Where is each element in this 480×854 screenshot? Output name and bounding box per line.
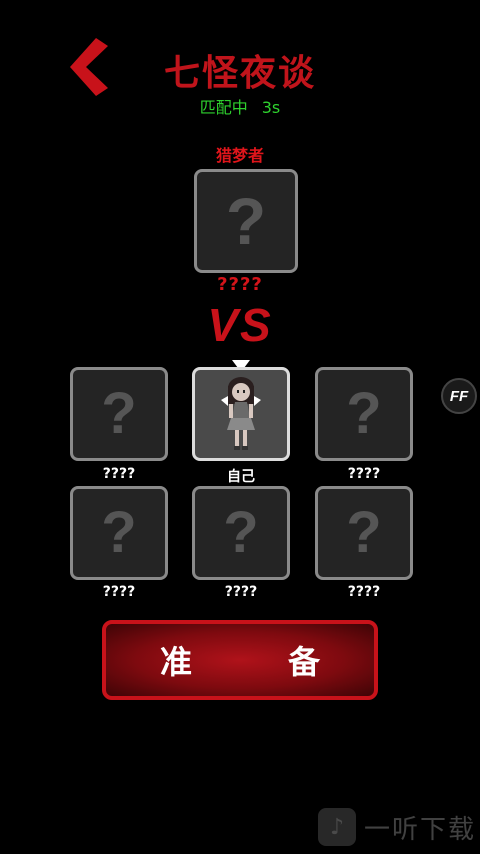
player-name-6: ???? <box>347 584 381 600</box>
unknown-mark: ? <box>101 500 137 565</box>
player-name-4: ???? <box>102 584 136 600</box>
vs-label: VS <box>207 299 273 351</box>
ready-label-right: 备 <box>287 643 320 681</box>
player-card-5: ? <box>192 486 290 580</box>
ready-label-left: 准 <box>160 643 193 681</box>
hunter-card: ? <box>194 169 298 273</box>
status-text: 匹配中 <box>199 98 248 117</box>
player-card-1: ? <box>70 367 168 461</box>
player-name-5: ???? <box>224 584 258 600</box>
fast-forward-button[interactable]: FF <box>441 378 477 414</box>
player-name-1: ???? <box>102 466 136 482</box>
player-card-3: ? <box>315 367 413 461</box>
match-timer: 3s <box>261 98 281 117</box>
page-title: 七怪夜谈 <box>163 53 316 94</box>
player-card-self <box>192 367 290 461</box>
unknown-mark: ? <box>225 184 267 258</box>
hunter-role-label: 猎梦者 <box>215 146 264 165</box>
watermark-logo-icon: ♪ <box>318 808 356 846</box>
player-card-6: ? <box>315 486 413 580</box>
unknown-mark: ? <box>346 381 382 446</box>
ready-button[interactable]: 准 备 <box>102 620 378 700</box>
player-name-3: ???? <box>347 466 381 482</box>
player-name-self: 自己 <box>227 469 255 485</box>
unknown-mark: ? <box>223 500 259 565</box>
match-status: 匹配中 3s <box>0 94 480 118</box>
unknown-mark: ? <box>346 500 382 565</box>
hunter-name: ???? <box>217 274 263 295</box>
character-avatar <box>221 377 261 450</box>
unknown-mark: ? <box>101 381 137 446</box>
player-card-4: ? <box>70 486 168 580</box>
watermark: ♪ 一听下载 <box>318 808 476 846</box>
watermark-text: 一听下载 <box>364 814 477 845</box>
